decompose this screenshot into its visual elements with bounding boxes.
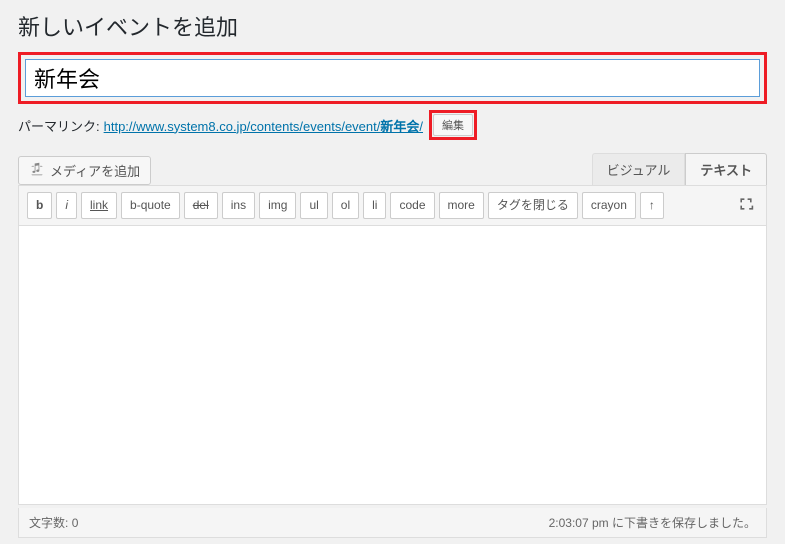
- permalink-row: パーマリンク: http://www.system8.co.jp/content…: [18, 110, 767, 140]
- qt-bold-button[interactable]: b: [27, 192, 52, 219]
- permalink-url-suffix: /: [419, 119, 423, 134]
- page-title: 新しいイベントを追加: [18, 8, 767, 42]
- qt-close-tags-button[interactable]: タグを閉じる: [488, 192, 578, 219]
- qt-ul-button[interactable]: ul: [300, 192, 327, 219]
- post-title-input[interactable]: [25, 59, 760, 97]
- word-count: 文字数: 0: [29, 514, 78, 531]
- status-bar: 文字数: 0 2:03:07 pm に下書きを保存しました。: [18, 508, 767, 538]
- add-media-button[interactable]: メディアを追加: [18, 156, 151, 185]
- permalink-label: パーマリンク:: [18, 116, 100, 135]
- qt-img-button[interactable]: img: [259, 192, 296, 219]
- qt-code-button[interactable]: code: [390, 192, 434, 219]
- permalink-link[interactable]: http://www.system8.co.jp/contents/events…: [104, 116, 423, 135]
- qt-italic-button[interactable]: i: [56, 192, 77, 219]
- last-saved-message: 2:03:07 pm に下書きを保存しました。: [549, 514, 756, 531]
- tab-visual[interactable]: ビジュアル: [592, 153, 686, 185]
- edit-button-highlight: 編集: [429, 110, 477, 140]
- qt-del-button[interactable]: del: [184, 192, 218, 219]
- editor-toolbar: b i link b-quote del ins img ul ol li co…: [18, 185, 767, 225]
- fullscreen-button[interactable]: [734, 192, 758, 219]
- qt-more-button[interactable]: more: [439, 192, 484, 219]
- qt-ins-button[interactable]: ins: [222, 192, 255, 219]
- camera-music-icon: [29, 162, 45, 179]
- qt-crayon-button[interactable]: crayon: [582, 192, 636, 219]
- qt-li-button[interactable]: li: [363, 192, 386, 219]
- qt-link-button[interactable]: link: [81, 192, 117, 219]
- permalink-edit-button[interactable]: 編集: [433, 114, 473, 136]
- qt-ol-button[interactable]: ol: [332, 192, 359, 219]
- editor-tabs: ビジュアル テキスト: [592, 153, 767, 185]
- qt-pi-button[interactable]: ↑: [640, 192, 664, 219]
- content-textarea[interactable]: [18, 225, 767, 505]
- fullscreen-icon: [738, 196, 754, 212]
- permalink-slug: 新年会: [380, 119, 419, 134]
- tab-text[interactable]: テキスト: [685, 153, 767, 185]
- qt-bquote-button[interactable]: b-quote: [121, 192, 180, 219]
- permalink-url-prefix: http://www.system8.co.jp/contents/events…: [104, 119, 381, 134]
- title-highlight-box: [18, 52, 767, 104]
- add-media-label: メディアを追加: [50, 161, 140, 180]
